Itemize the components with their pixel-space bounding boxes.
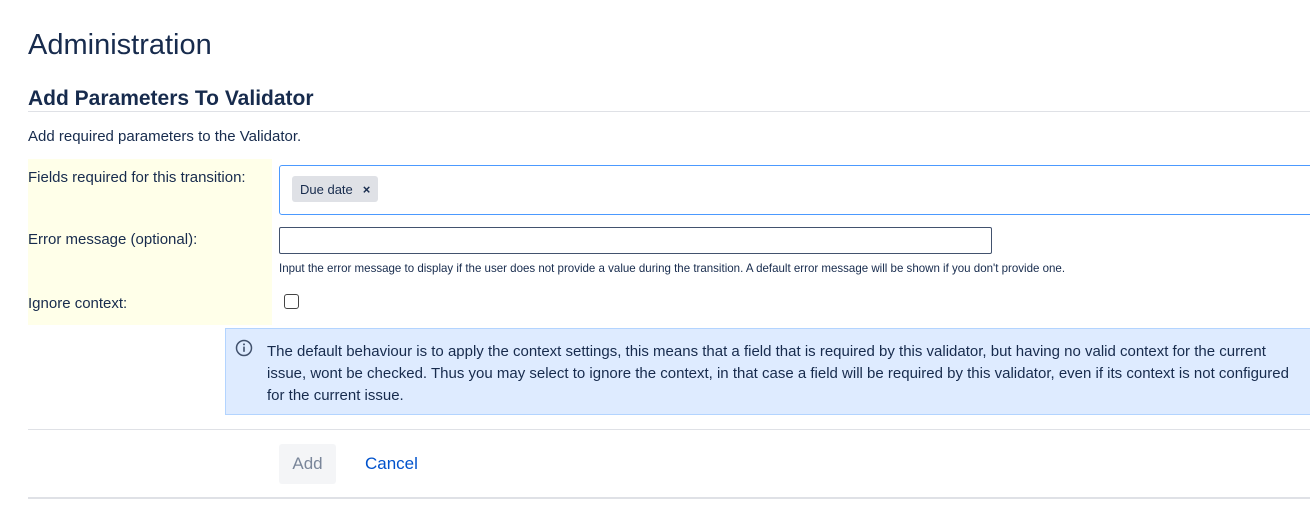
section-divider: [28, 111, 1310, 112]
error-message-input[interactable]: [279, 227, 992, 254]
field-tag-due-date: Due date ×: [292, 176, 379, 202]
error-message-help: Input the error message to display if th…: [279, 261, 1066, 275]
ignore-context-label: Ignore context:: [28, 295, 128, 312]
section-title: Add Parameters To Validator: [28, 87, 314, 110]
actions-divider: [28, 429, 1310, 430]
info-message-text: The default behaviour is to apply the co…: [267, 343, 1289, 404]
page-title: Administration: [28, 29, 212, 61]
footer-divider: [28, 497, 1310, 499]
remove-tag-icon[interactable]: ×: [363, 183, 371, 196]
fields-required-label: Fields required for this transition:: [28, 169, 246, 186]
field-tag-label: Due date: [300, 181, 353, 197]
info-message: The default behaviour is to apply the co…: [225, 328, 1310, 415]
cancel-link[interactable]: Cancel: [355, 444, 428, 484]
section-description: Add required parameters to the Validator…: [28, 128, 302, 145]
ignore-context-checkbox[interactable]: [284, 294, 299, 309]
validator-parameters-page: Administration Add Parameters To Validat…: [0, 0, 1310, 516]
error-message-label: Error message (optional):: [28, 231, 198, 248]
add-button[interactable]: Add: [279, 444, 336, 484]
fields-multi-select[interactable]: Due date ×: [279, 165, 1310, 215]
info-icon: [235, 339, 253, 357]
